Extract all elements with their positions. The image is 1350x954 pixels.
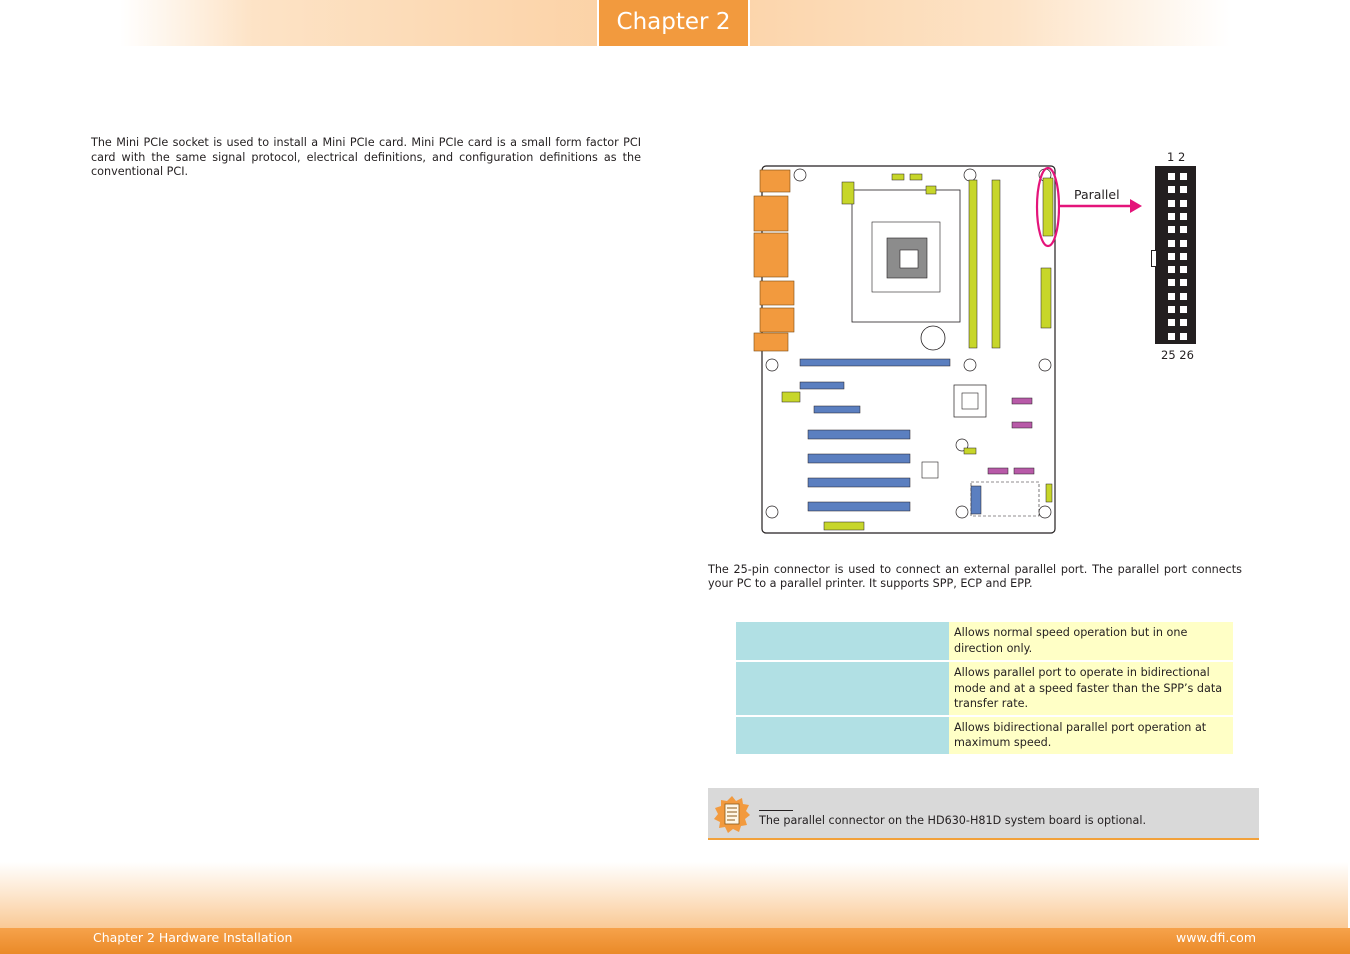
- chapter-tab: Chapter 2: [597, 0, 750, 46]
- header-pin: [1180, 332, 1187, 340]
- header-pin: [1168, 319, 1175, 327]
- parallel-pin-header: [1151, 166, 1196, 344]
- header-pin: [1180, 239, 1187, 247]
- header-pin: [1168, 332, 1175, 340]
- note-icon: [714, 796, 750, 833]
- mode-name-cell: [736, 622, 949, 660]
- header-pin: [1168, 266, 1175, 274]
- header-pin: [1168, 212, 1175, 220]
- note-divider: [759, 810, 793, 811]
- pin-header-key: [1151, 250, 1157, 267]
- header-pin: [1168, 186, 1175, 194]
- header-pin: [1180, 292, 1187, 300]
- header-pin: [1180, 306, 1187, 313]
- mode-name-cell: [736, 662, 949, 715]
- header-pin: [1168, 199, 1175, 207]
- table-row: Allows normal speed operation but in one…: [736, 622, 1233, 660]
- note-text: The parallel connector on the HD630-H81D…: [759, 814, 1147, 827]
- header-pin: [1180, 173, 1187, 180]
- header-pin: [1180, 279, 1187, 287]
- motherboard-diagram: [753, 165, 1060, 534]
- header-pin: [1180, 226, 1187, 234]
- mode-description-cell: Allows normal speed operation but in one…: [949, 622, 1233, 660]
- mode-description-cell: Allows bidirectional parallel port opera…: [949, 716, 1233, 754]
- header-pin: [1168, 292, 1175, 300]
- header-pin: [1168, 306, 1175, 313]
- header-pin: [1168, 173, 1175, 180]
- footer-website-link[interactable]: www.dfi.com: [1176, 930, 1256, 945]
- footer-chapter-title: Chapter 2 Hardware Installation: [93, 930, 293, 945]
- header-pin: [1180, 266, 1187, 274]
- header-pin: [1180, 252, 1187, 260]
- parallel-description: The 25-pin connector is used to connect …: [708, 563, 1242, 590]
- header-pin: [1180, 212, 1187, 220]
- parallel-label: Parallel: [1074, 187, 1120, 202]
- table-row: Allows parallel port to operate in bidir…: [736, 662, 1233, 715]
- mode-description-cell: Allows parallel port to operate in bidir…: [949, 662, 1233, 715]
- pin-top-labels: 1 2: [1167, 150, 1186, 164]
- header-pin: [1168, 226, 1175, 234]
- header-pin: [1168, 252, 1175, 260]
- table-row: Allows bidirectional parallel port opera…: [736, 716, 1233, 754]
- header-pin: [1168, 279, 1175, 287]
- header-pin: [1180, 199, 1187, 207]
- mode-name-cell: [736, 716, 949, 754]
- pin-bottom-labels: 25 26: [1161, 348, 1194, 362]
- parallel-modes-table: Allows normal speed operation but in one…: [736, 620, 1233, 756]
- header-pin: [1180, 186, 1187, 194]
- footer-band: [0, 862, 1348, 932]
- note-box: The parallel connector on the HD630-H81D…: [708, 788, 1259, 840]
- header-pin: [1168, 239, 1175, 247]
- header-pin: [1180, 319, 1187, 327]
- intro-paragraph: The Mini PCIe socket is used to install …: [91, 136, 641, 178]
